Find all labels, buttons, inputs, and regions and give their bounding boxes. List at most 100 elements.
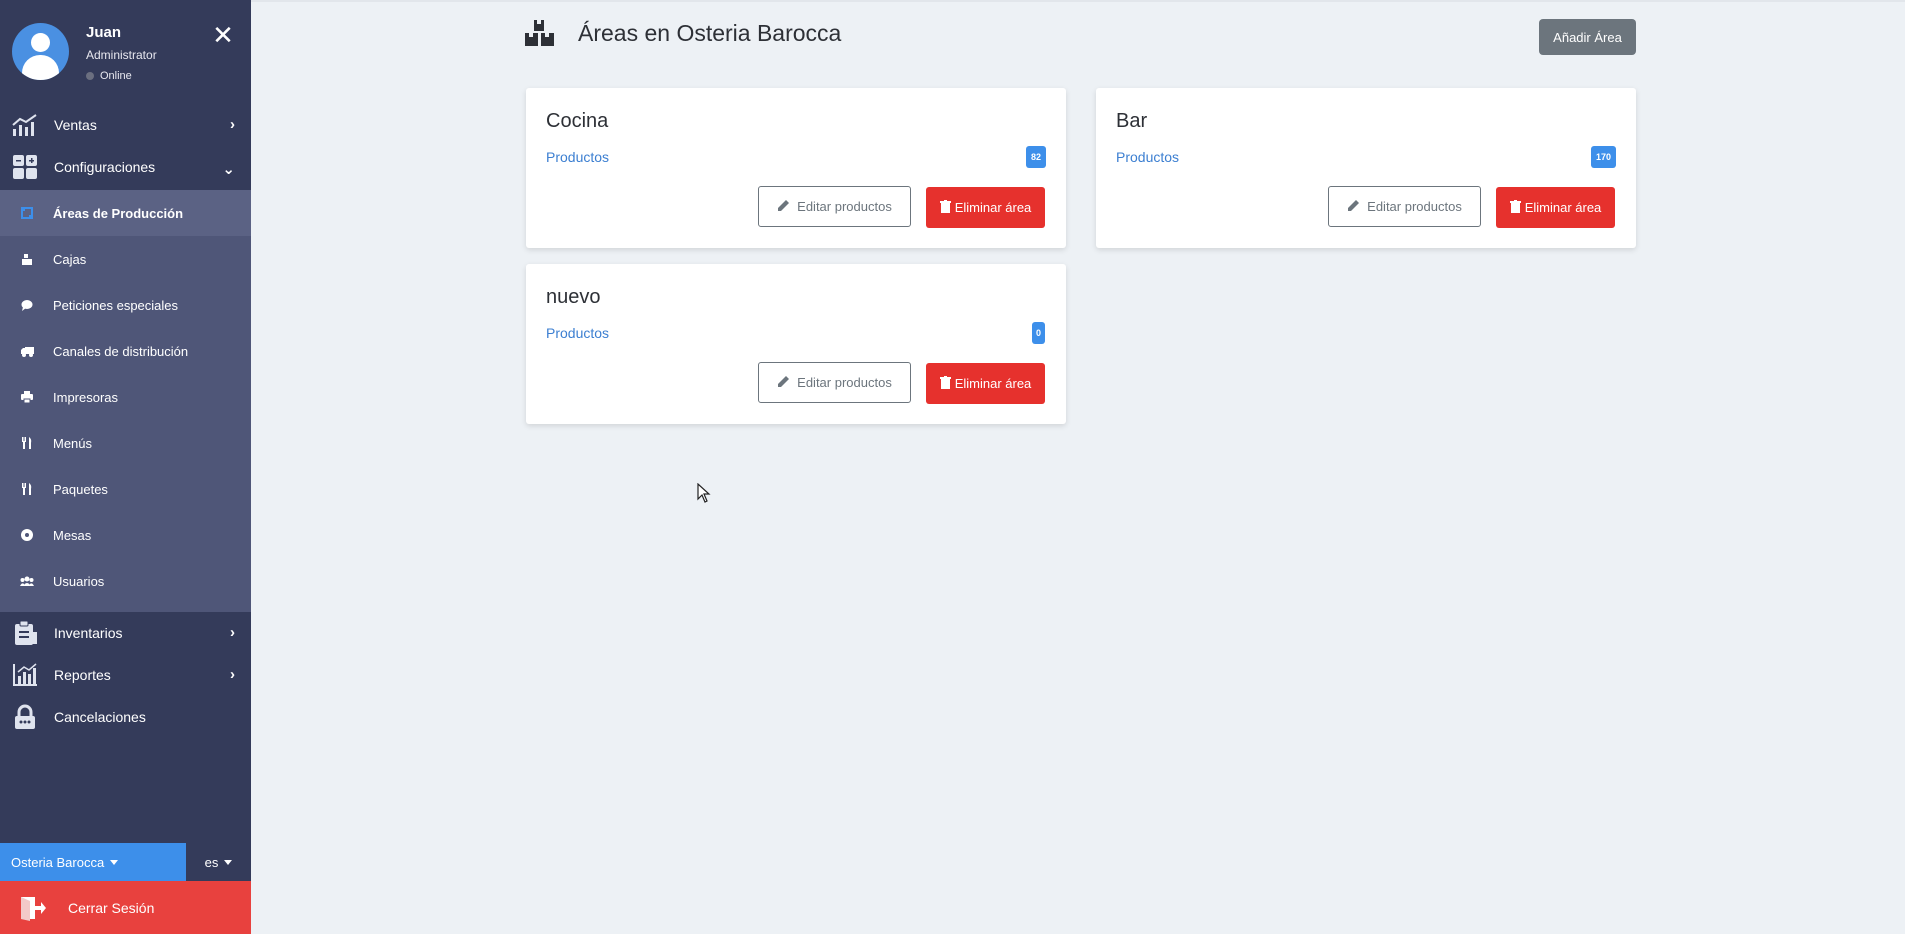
boxes-icon bbox=[525, 20, 555, 46]
menu-item-configuraciones[interactable]: Configuraciones ⌄ bbox=[0, 146, 251, 188]
status-dot-icon bbox=[86, 72, 94, 80]
menu-item-ventas[interactable]: Ventas › bbox=[0, 104, 251, 146]
area-card-nuevo: nuevo Productos 0 Editar productos Elimi… bbox=[526, 264, 1066, 424]
sidebar-item-cajas[interactable]: Cajas bbox=[0, 236, 251, 282]
lock-icon bbox=[10, 704, 40, 730]
clipboard-icon bbox=[10, 620, 40, 646]
cash-register-icon bbox=[20, 252, 34, 266]
edit-products-label: Editar productos bbox=[797, 199, 892, 214]
user-role: Administrator bbox=[86, 48, 157, 62]
sidebar: Juan Administrator Online ✕ Ventas › Con… bbox=[0, 0, 251, 934]
sidebar-item-areas-produccion[interactable]: Áreas de Producción bbox=[0, 190, 251, 236]
chevron-down-icon: ⌄ bbox=[222, 161, 235, 178]
sidebar-item-paquetes[interactable]: Paquetes bbox=[0, 466, 251, 512]
pencil-icon bbox=[1347, 199, 1360, 215]
sidebar-bottom-bar: Osteria Barocca es bbox=[0, 843, 251, 881]
chevron-right-icon: › bbox=[230, 116, 235, 133]
trash-icon bbox=[939, 375, 951, 392]
chevron-right-icon: › bbox=[230, 666, 235, 683]
branch-selector[interactable]: Osteria Barocca bbox=[0, 843, 186, 881]
delete-area-label: Eliminar área bbox=[954, 200, 1032, 215]
delete-area-button[interactable]: Eliminar área bbox=[1496, 187, 1615, 228]
delete-area-button[interactable]: Eliminar área bbox=[926, 187, 1045, 228]
printer-icon bbox=[20, 390, 34, 404]
sidebar-item-label: Menús bbox=[53, 435, 93, 451]
user-status: Online bbox=[86, 70, 132, 82]
sidebar-item-label: Impresoras bbox=[53, 389, 119, 405]
user-panel: Juan Administrator Online ✕ bbox=[0, 0, 251, 110]
chevron-right-icon: › bbox=[230, 624, 235, 641]
menu-item-label: Reportes bbox=[54, 667, 111, 683]
sidebar-item-mesas[interactable]: Mesas bbox=[0, 512, 251, 558]
circle-dot-icon bbox=[20, 528, 34, 542]
add-area-button[interactable]: Añadir Área bbox=[1539, 19, 1636, 55]
page-title: Áreas en Osteria Barocca bbox=[578, 20, 842, 46]
chart-line-icon bbox=[10, 112, 40, 138]
sidebar-item-impresoras[interactable]: Impresoras bbox=[0, 374, 251, 420]
avatar bbox=[12, 23, 69, 80]
caret-down-icon bbox=[110, 859, 119, 865]
area-name: nuevo bbox=[546, 286, 601, 308]
area-name: Cocina bbox=[546, 110, 609, 132]
sidebar-item-label: Canales de distribución bbox=[53, 343, 189, 359]
logout-label: Cerrar Sesión bbox=[68, 899, 155, 916]
bar-chart-icon bbox=[10, 662, 40, 688]
logout-icon bbox=[18, 894, 46, 922]
menu-item-cancelaciones[interactable]: Cancelaciones bbox=[0, 696, 251, 738]
user-status-label: Online bbox=[100, 70, 132, 82]
delete-area-label: Eliminar área bbox=[954, 376, 1032, 391]
product-count-badge: 0 bbox=[1032, 322, 1045, 344]
trash-icon bbox=[1509, 199, 1521, 216]
product-count-badge: 82 bbox=[1026, 146, 1047, 168]
edit-products-label: Editar productos bbox=[1367, 199, 1462, 214]
trash-icon bbox=[939, 199, 951, 216]
boxes-icon bbox=[20, 206, 34, 220]
menu-item-label: Configuraciones bbox=[54, 159, 156, 175]
sidebar-item-label: Peticiones especiales bbox=[53, 297, 179, 313]
products-link[interactable]: Productos bbox=[546, 325, 609, 341]
product-count-badge: 170 bbox=[1591, 146, 1617, 168]
edit-products-button[interactable]: Editar productos bbox=[1328, 186, 1481, 227]
sidebar-item-peticiones[interactable]: Peticiones especiales bbox=[0, 282, 251, 328]
area-name: Bar bbox=[1116, 110, 1148, 132]
area-card-bar: Bar Productos 170 Editar productos Elimi… bbox=[1096, 88, 1636, 248]
menu-item-reportes[interactable]: Reportes › bbox=[0, 654, 251, 696]
sidebar-item-menus[interactable]: Menús bbox=[0, 420, 251, 466]
sidebar-item-label: Mesas bbox=[53, 527, 92, 543]
sidebar-item-usuarios[interactable]: Usuarios bbox=[0, 558, 251, 604]
pencil-icon bbox=[777, 199, 790, 215]
products-link[interactable]: Productos bbox=[1116, 149, 1179, 165]
mouse-cursor-icon bbox=[697, 482, 711, 503]
products-link[interactable]: Productos bbox=[546, 149, 609, 165]
edit-products-label: Editar productos bbox=[797, 375, 892, 390]
edit-products-button[interactable]: Editar productos bbox=[758, 186, 911, 227]
sidebar-item-label: Usuarios bbox=[53, 573, 105, 589]
users-icon bbox=[20, 574, 34, 588]
menu-item-label: Inventarios bbox=[54, 625, 123, 641]
delete-area-label: Eliminar área bbox=[1524, 200, 1602, 215]
menu-item-inventarios[interactable]: Inventarios › bbox=[0, 612, 251, 654]
language-label: es bbox=[204, 854, 219, 870]
calculator-icon bbox=[10, 154, 40, 180]
sidebar-item-label: Áreas de Producción bbox=[53, 205, 184, 221]
branch-label: Osteria Barocca bbox=[11, 854, 105, 870]
delete-area-button[interactable]: Eliminar área bbox=[926, 363, 1045, 404]
caret-down-icon bbox=[224, 859, 233, 865]
language-selector[interactable]: es bbox=[186, 843, 251, 881]
area-card-cocina: Cocina Productos 82 Editar productos Eli… bbox=[526, 88, 1066, 248]
comment-icon bbox=[20, 298, 34, 312]
logout-button[interactable]: Cerrar Sesión bbox=[0, 881, 251, 934]
close-sidebar-button[interactable]: ✕ bbox=[212, 22, 234, 48]
sidebar-item-canales[interactable]: Canales de distribución bbox=[0, 328, 251, 374]
utensils-icon bbox=[20, 482, 34, 496]
menu-item-label: Ventas bbox=[54, 117, 97, 133]
menu-item-label: Cancelaciones bbox=[54, 709, 146, 725]
pencil-icon bbox=[777, 375, 790, 391]
edit-products-button[interactable]: Editar productos bbox=[758, 362, 911, 403]
submenu-configuraciones: Áreas de Producción Cajas Peticiones esp… bbox=[0, 190, 251, 612]
user-name: Juan bbox=[86, 24, 122, 41]
truck-icon bbox=[20, 344, 34, 358]
sidebar-item-label: Paquetes bbox=[53, 481, 108, 497]
sidebar-item-label: Cajas bbox=[53, 251, 87, 267]
top-border bbox=[251, 0, 1905, 2]
